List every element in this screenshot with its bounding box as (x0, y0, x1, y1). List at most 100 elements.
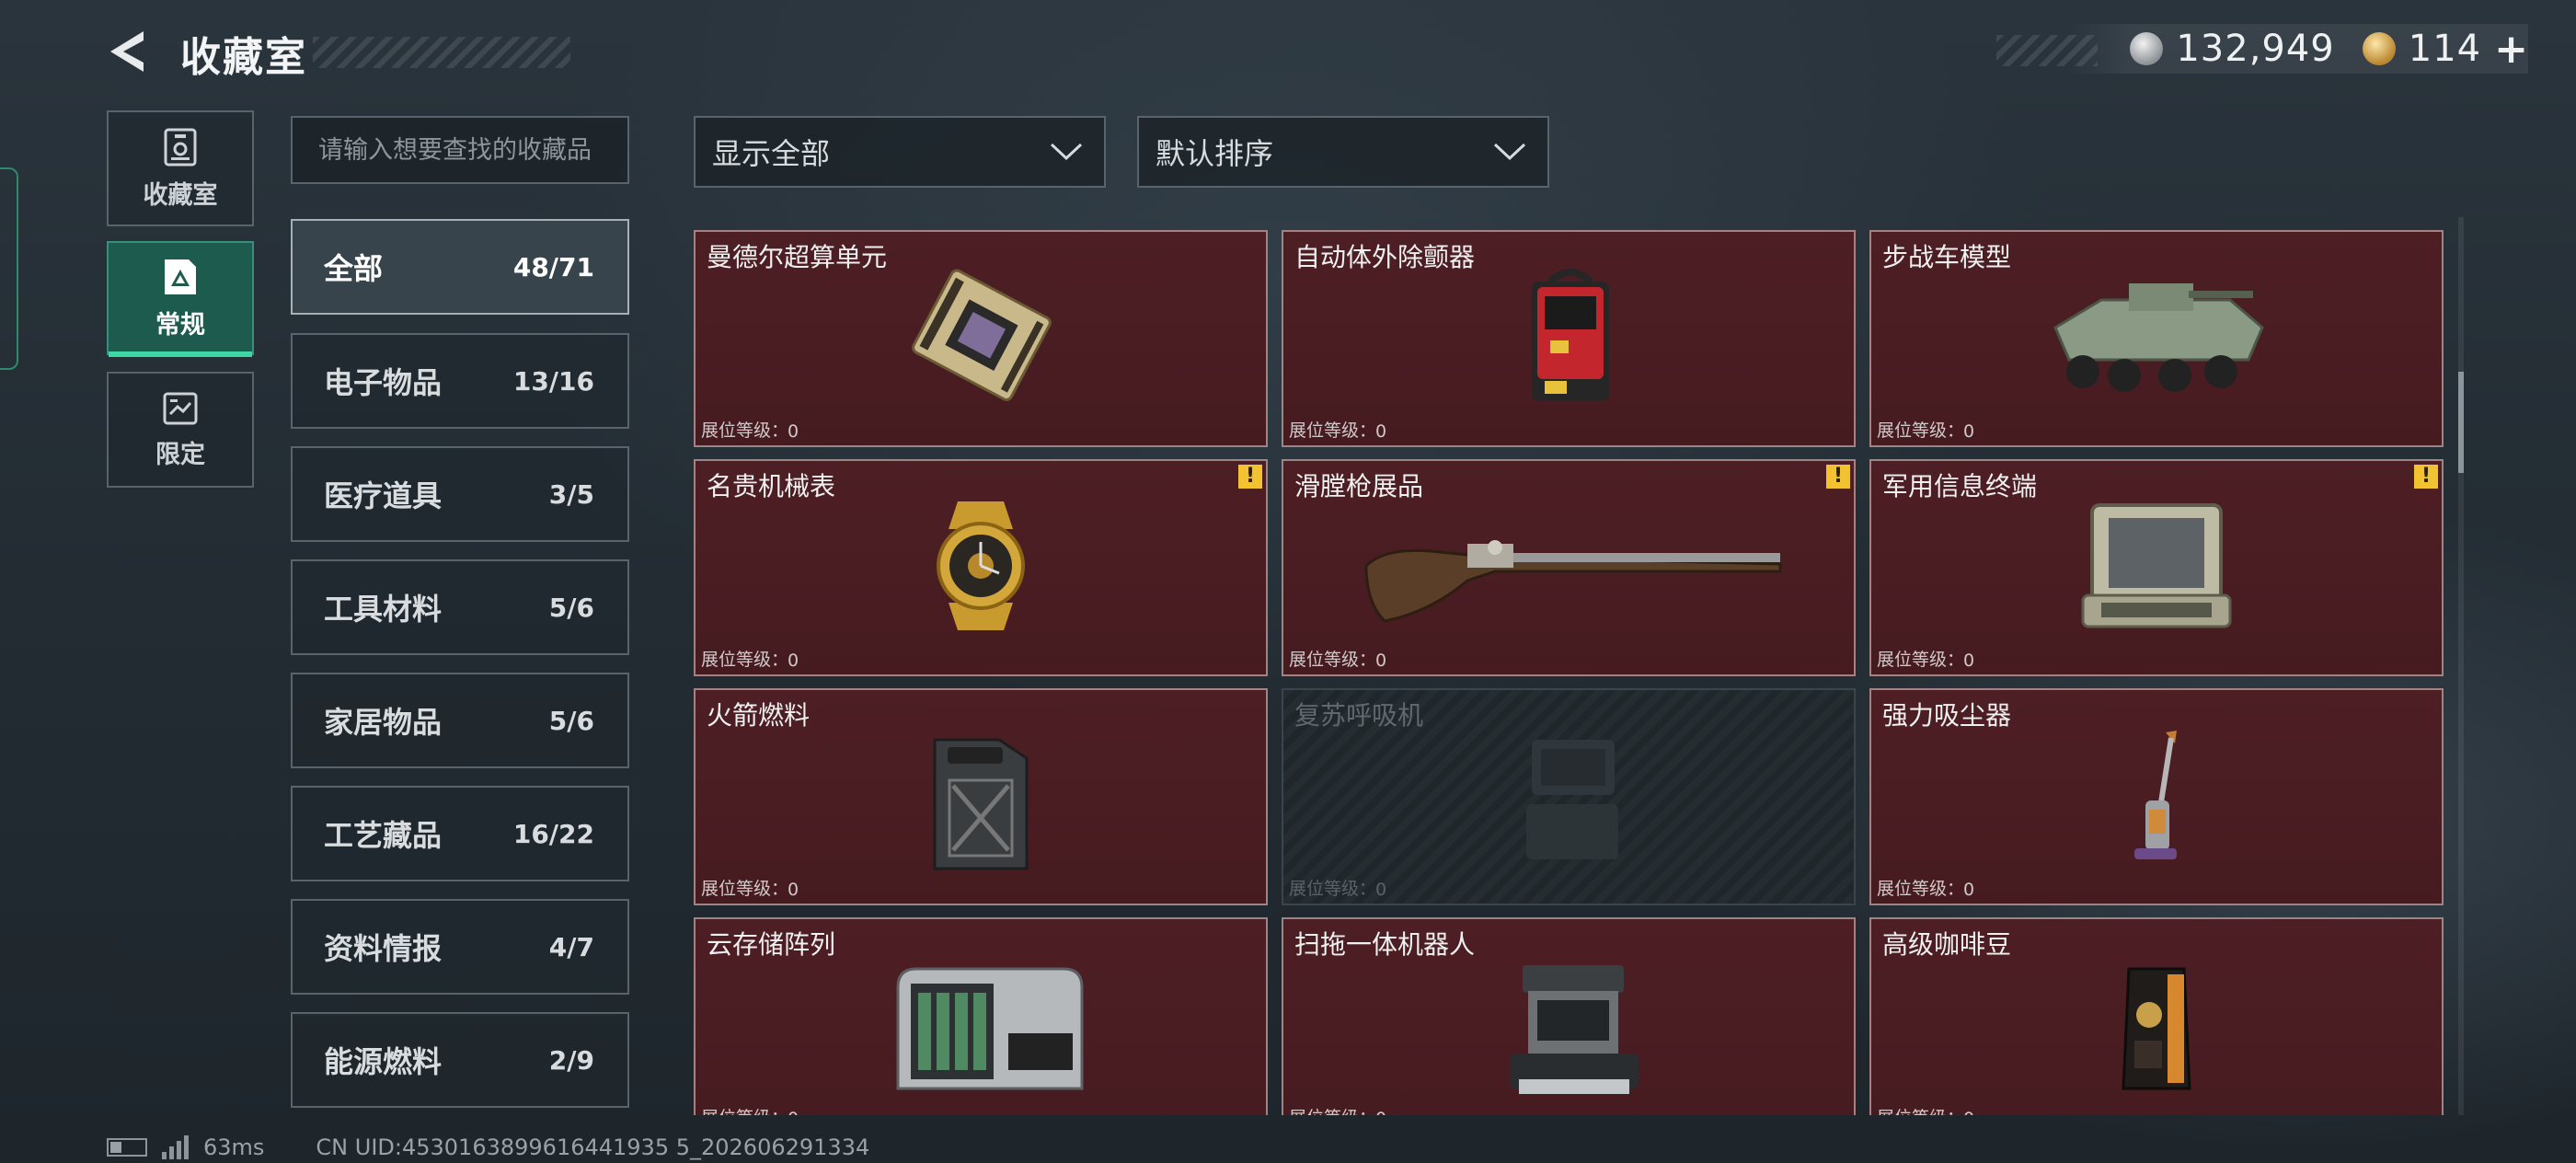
grid-scrollbar[interactable] (2458, 217, 2464, 1115)
level-label: 展位等级： (1289, 650, 1377, 670)
category-tools[interactable]: 工具材料 5/6 (291, 559, 629, 655)
active-tab-indicator (109, 351, 252, 357)
item-card[interactable]: 火箭燃料 展位等级： 0 (694, 688, 1268, 905)
item-card[interactable]: 名贵机械表 ! 展位等级： 0 (694, 459, 1268, 676)
item-name: 火箭燃料 (707, 700, 811, 731)
item-card[interactable]: 自动体外除颤器 展位等级： 0 (1282, 230, 1856, 447)
category-name: 家居物品 (324, 705, 443, 740)
level-value: 0 (1375, 1109, 1386, 1115)
level-label: 展位等级： (701, 420, 789, 441)
category-name: 医疗道具 (324, 478, 443, 513)
category-electronics[interactable]: 电子物品 13/16 (291, 333, 629, 429)
vacuum-cleaner-icon (2134, 731, 2177, 859)
item-name: 名贵机械表 (707, 471, 836, 501)
level-value: 0 (788, 421, 799, 442)
level-label: 展位等级： (1877, 1104, 1964, 1115)
level-label: 展位等级： (701, 650, 789, 670)
level-label: 展位等级： (1877, 420, 1965, 441)
level-label: 展位等级： (1289, 420, 1377, 441)
category-count: 3/5 (548, 478, 594, 510)
category-count: 2/9 (548, 1044, 594, 1076)
silver-coin-icon (2130, 32, 2164, 65)
storage-array-icon (896, 967, 1084, 1090)
limited-icon (163, 392, 198, 424)
regular-icon (165, 259, 196, 294)
supercomputer-unit-icon (912, 269, 1052, 401)
collection-room-icon (164, 128, 197, 166)
side-drawer-handle[interactable] (0, 167, 18, 370)
level-value: 0 (788, 880, 799, 900)
add-currency-button[interactable]: + (2494, 26, 2528, 73)
musket-icon (1364, 540, 1782, 623)
ventilator-icon (1526, 740, 1618, 859)
warning-icon: ! (1826, 465, 1850, 489)
tab-label: 限定 (155, 440, 205, 469)
item-name: 军用信息终端 (1882, 471, 2038, 501)
item-card[interactable]: 军用信息终端 ! 展位等级： 0 (1869, 459, 2444, 676)
level-value: 0 (1375, 421, 1387, 442)
level-label: 展位等级： (701, 1104, 788, 1115)
item-card[interactable]: 步战车模型 展位等级： 0 (1869, 230, 2444, 447)
tab-collection-room[interactable]: 收藏室 (107, 110, 254, 226)
scrollbar-thumb[interactable] (2458, 372, 2464, 473)
silver-currency-value: 132,949 (2176, 28, 2335, 70)
item-card[interactable]: 曼德尔超算单元 展位等级： 0 (694, 230, 1268, 447)
category-count: 5/6 (548, 705, 594, 736)
level-value: 0 (1375, 651, 1387, 671)
level-value: 0 (1963, 1109, 1974, 1115)
category-count: 4/7 (548, 931, 594, 962)
item-card[interactable]: 高级咖啡豆 展位等级： 0 (1869, 917, 2444, 1115)
category-intel[interactable]: 资料情报 4/7 (291, 899, 629, 995)
level-value: 0 (788, 1109, 799, 1115)
chevron-down-icon (1493, 143, 1526, 161)
category-household[interactable]: 家居物品 5/6 (291, 673, 629, 768)
back-icon[interactable] (103, 26, 155, 77)
item-name: 云存储阵列 (707, 929, 836, 960)
tab-label: 常规 (155, 310, 205, 340)
item-card[interactable]: 强力吸尘器 展位等级： 0 (1869, 688, 2444, 905)
tab-limited[interactable]: 限定 (107, 372, 254, 488)
level-label: 展位等级： (1289, 879, 1377, 899)
category-count: 5/6 (548, 592, 594, 623)
warning-icon: ! (1238, 465, 1262, 489)
category-medical[interactable]: 医疗道具 3/5 (291, 446, 629, 542)
category-name: 电子物品 (324, 365, 443, 400)
search-input[interactable] (316, 134, 624, 166)
category-all[interactable]: 全部 48/71 (291, 219, 629, 315)
mop-robot-icon (1510, 965, 1639, 1094)
sort-dropdown[interactable]: 默认排序 (1137, 116, 1549, 188)
currency-bar: 132,949 114 + (2065, 24, 2528, 74)
coffee-bag-icon (2122, 967, 2191, 1090)
item-name: 曼德尔超算单元 (707, 242, 888, 272)
category-name: 工具材料 (324, 592, 443, 627)
fuel-canister-icon (933, 738, 1029, 870)
gold-currency-value: 114 (2408, 28, 2482, 70)
item-name: 扫拖一体机器人 (1294, 929, 1476, 960)
item-name: 强力吸尘器 (1882, 700, 2012, 731)
dropdown-value: 默认排序 (1156, 136, 1274, 171)
title-decoration (313, 37, 570, 68)
category-crafts[interactable]: 工艺藏品 16/22 (291, 786, 629, 881)
category-energy[interactable]: 能源燃料 2/9 (291, 1012, 629, 1108)
gold-coin-icon (2362, 32, 2396, 65)
item-card[interactable]: 云存储阵列 展位等级： 0 (694, 917, 1268, 1115)
level-value: 0 (1963, 651, 1975, 671)
tab-regular[interactable]: 常规 (107, 241, 254, 357)
user-uid: CN UID:4530163899616441935 5_20260629133… (316, 1134, 870, 1160)
item-name: 高级咖啡豆 (1882, 929, 2012, 960)
tab-label: 收藏室 (143, 180, 218, 210)
status-footer: 63ms CN UID:4530163899616441935 5_202606… (107, 1134, 869, 1161)
battery-icon (107, 1138, 147, 1157)
item-card[interactable]: 滑膛枪展品 ! 展位等级： 0 (1282, 459, 1856, 676)
item-card[interactable]: 扫拖一体机器人 展位等级： 0 (1282, 917, 1856, 1115)
category-name: 全部 (324, 251, 384, 286)
display-filter-dropdown[interactable]: 显示全部 (694, 116, 1106, 188)
level-label: 展位等级： (701, 879, 789, 899)
category-count: 16/22 (512, 818, 594, 849)
dropdown-value: 显示全部 (712, 136, 831, 171)
level-value: 0 (1963, 421, 1975, 442)
item-card-locked[interactable]: 复苏呼吸机 展位等级： 0 (1282, 688, 1856, 905)
page-title: 收藏室 (180, 34, 307, 81)
search-box (291, 116, 629, 184)
level-label: 展位等级： (1289, 1104, 1376, 1115)
